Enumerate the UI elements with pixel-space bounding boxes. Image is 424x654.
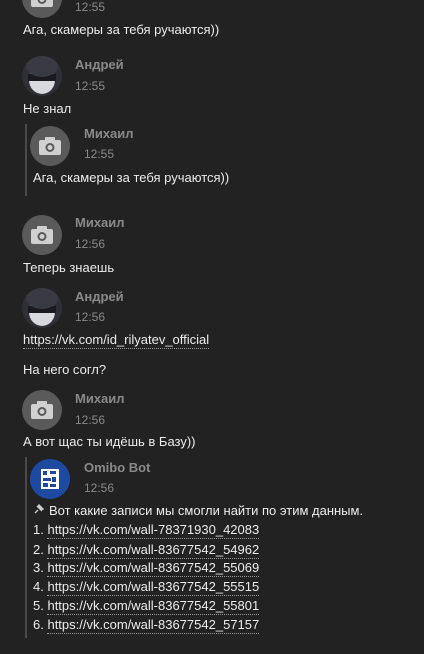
bot-intro-line: Вот какие записи мы смогли найти по этим… xyxy=(33,503,363,518)
profile-link[interactable]: https://vk.com/id_rilyatev_official xyxy=(23,332,210,349)
message-text: Не знал xyxy=(23,101,72,116)
message-text: А вот щас ты идёшь в Базу)) xyxy=(23,434,196,449)
result-number: 5. xyxy=(33,598,44,613)
bot-author: Omibo Bot xyxy=(84,460,151,475)
message-link-wrap: https://vk.com/id_rilyatev_official xyxy=(23,332,210,349)
result-link[interactable]: https://vk.com/wall-83677542_54962 xyxy=(47,542,260,559)
avatar-andrey[interactable] xyxy=(22,56,62,96)
avatar-mikhail[interactable] xyxy=(22,390,62,430)
camera-icon xyxy=(31,0,53,7)
message-time: 12:56 xyxy=(75,237,106,251)
author-name[interactable]: Михаил xyxy=(75,215,125,230)
camera-icon xyxy=(31,401,53,419)
result-item: 5. https://vk.com/wall-83677542_55801 xyxy=(33,598,260,615)
result-item: 1. https://vk.com/wall-78371930_42083 xyxy=(33,522,260,539)
quote-text: Ага, скамеры за тебя ручаются)) xyxy=(33,170,230,185)
result-number: 3. xyxy=(33,560,44,575)
result-item: 4. https://vk.com/wall-83677542_55515 xyxy=(33,579,260,596)
result-number: 2. xyxy=(33,542,44,557)
result-link[interactable]: https://vk.com/wall-78371930_42083 xyxy=(47,522,260,539)
pin-icon xyxy=(33,503,45,518)
avatar-default[interactable] xyxy=(22,0,62,18)
result-item: 2. https://vk.com/wall-83677542_54962 xyxy=(33,542,260,559)
quote-bar xyxy=(25,457,27,638)
result-number: 6. xyxy=(33,617,44,632)
avatar-mikhail[interactable] xyxy=(22,215,62,255)
message-text: Теперь знаешь xyxy=(23,260,115,275)
message-time: 12:55 xyxy=(75,79,106,93)
result-link[interactable]: https://vk.com/wall-83677542_57157 xyxy=(47,617,260,634)
message-time: 12:56 xyxy=(75,310,106,324)
user-photo-icon xyxy=(22,56,62,96)
author-name[interactable]: Андрей xyxy=(75,57,124,72)
message-time: 12:56 xyxy=(75,413,106,427)
user-photo-icon xyxy=(22,288,62,328)
quote-time: 12:55 xyxy=(84,147,115,161)
result-link[interactable]: https://vk.com/wall-83677542_55515 xyxy=(47,579,260,596)
result-link[interactable]: https://vk.com/wall-83677542_55069 xyxy=(47,560,260,577)
message-text: На него согл? xyxy=(23,362,107,377)
camera-icon xyxy=(31,226,53,244)
message-time: 12:55 xyxy=(75,0,106,14)
bot-avatar xyxy=(30,459,70,499)
bot-time: 12:56 xyxy=(84,481,115,495)
message-text: Ага, скамеры за тебя ручаются)) xyxy=(23,22,220,37)
author-name[interactable]: Михаил xyxy=(75,391,125,406)
result-link[interactable]: https://vk.com/wall-83677542_55801 xyxy=(47,598,260,615)
camera-icon xyxy=(39,137,61,155)
result-number: 1. xyxy=(33,522,44,537)
result-number: 4. xyxy=(33,579,44,594)
bot-intro-text: Вот какие записи мы смогли найти по этим… xyxy=(49,503,364,518)
quote-avatar xyxy=(30,126,70,166)
author-name[interactable]: Андрей xyxy=(75,289,124,304)
result-item: 6. https://vk.com/wall-83677542_57157 xyxy=(33,617,260,634)
quote-author: Михаил xyxy=(84,126,134,141)
result-item: 3. https://vk.com/wall-83677542_55069 xyxy=(33,560,260,577)
avatar-andrey[interactable] xyxy=(22,288,62,328)
bot-logo-icon xyxy=(30,459,70,499)
quote-bar xyxy=(25,124,27,196)
